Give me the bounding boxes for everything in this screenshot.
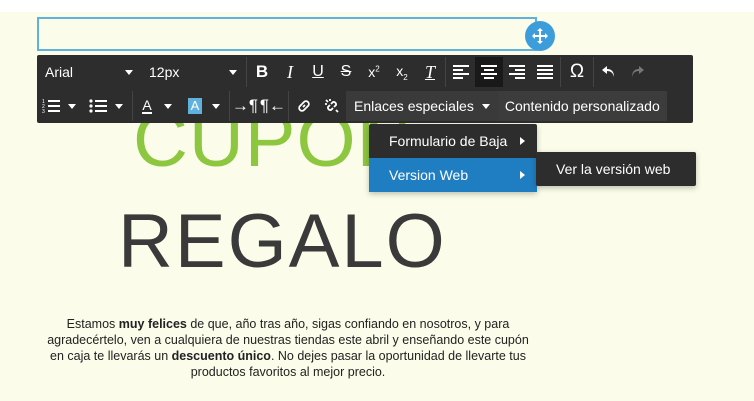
menu-item-formulario-de-baja[interactable]: Formulario de Baja <box>369 124 537 158</box>
align-right-icon <box>509 65 525 79</box>
toolbar-divider <box>288 91 289 121</box>
editable-text-block[interactable] <box>37 17 537 51</box>
background-color-button[interactable]: A <box>180 91 228 121</box>
align-left-button[interactable] <box>447 57 475 87</box>
align-justify-icon <box>537 65 553 79</box>
align-justify-button[interactable] <box>531 57 559 87</box>
chevron-down-icon <box>229 69 237 75</box>
unlink-button[interactable] <box>318 91 346 121</box>
toolbar-divider <box>560 57 561 87</box>
custom-content-button[interactable]: Contenido personalizado <box>497 91 667 121</box>
chevron-down-icon <box>115 103 123 109</box>
toolbar-row-2: 123 A A →¶ ¶← Enlaces especiales Conteni… <box>37 89 667 123</box>
ltr-button[interactable]: →¶ <box>231 91 259 121</box>
clear-format-icon: T <box>424 61 435 82</box>
chevron-down-icon <box>163 103 172 109</box>
top-strip <box>0 0 754 12</box>
svg-text:3: 3 <box>42 109 45 114</box>
font-family-value: Arial <box>45 64 74 80</box>
custom-content-label: Contenido personalizado <box>504 98 660 114</box>
undo-button[interactable] <box>595 57 623 87</box>
italic-icon: I <box>287 61 293 82</box>
unordered-list-icon <box>89 99 107 113</box>
paragraph-bold-1: muy felices <box>118 317 187 331</box>
subscript-button[interactable]: x2 <box>388 57 416 87</box>
align-right-button[interactable] <box>503 57 531 87</box>
align-center-button[interactable] <box>475 57 503 87</box>
underline-button[interactable]: U <box>304 57 332 87</box>
text-color-icon: A <box>142 97 152 114</box>
superscript-icon: x2 <box>368 64 380 80</box>
unlink-icon <box>325 99 339 113</box>
font-size-value: 12px <box>149 64 180 80</box>
underline-icon: U <box>312 63 324 80</box>
redo-icon <box>632 66 644 77</box>
toolbar-divider <box>445 57 446 87</box>
chevron-down-icon <box>125 69 133 75</box>
bold-button[interactable]: B <box>248 57 276 87</box>
paragraph-text-1: Estamos <box>66 317 119 331</box>
special-links-dropdown[interactable]: Enlaces especiales <box>346 91 498 121</box>
subscript-icon: x2 <box>396 62 408 82</box>
special-links-menu: Formulario de Baja Version Web <box>369 124 537 192</box>
toolbar-divider <box>229 91 230 121</box>
background-color-icon: A <box>187 98 203 114</box>
omega-icon: Ω <box>569 61 585 82</box>
link-button[interactable] <box>290 91 318 121</box>
toolbar-divider <box>593 57 594 87</box>
link-icon <box>298 100 310 112</box>
align-center-icon <box>481 65 497 79</box>
menu-item-version-web[interactable]: Version Web <box>369 158 537 192</box>
move-icon <box>532 28 548 44</box>
font-family-dropdown[interactable]: Arial <box>37 57 141 87</box>
chevron-down-icon <box>481 103 490 109</box>
bold-icon: B <box>255 62 269 81</box>
rtl-icon: ¶← <box>259 96 287 115</box>
italic-button[interactable]: I <box>276 57 304 87</box>
special-links-label: Enlaces especiales <box>354 98 474 114</box>
undo-icon <box>602 66 614 77</box>
menu-item-label: Formulario de Baja <box>389 133 508 149</box>
ltr-icon: →¶ <box>231 96 259 115</box>
font-size-dropdown[interactable]: 12px <box>141 57 245 87</box>
special-characters-button[interactable]: Ω <box>562 57 592 87</box>
strikethrough-button[interactable]: S <box>332 57 360 87</box>
menu-item-label: Ver la versión web <box>556 161 671 177</box>
chevron-right-icon <box>520 137 525 145</box>
toolbar-divider <box>246 57 247 87</box>
clear-format-button[interactable]: T <box>416 57 444 87</box>
chevron-down-icon <box>68 103 76 109</box>
menu-item-label: Version Web <box>389 167 469 183</box>
chevron-right-icon <box>520 171 525 179</box>
align-left-icon <box>453 65 469 79</box>
unordered-list-button[interactable] <box>81 91 131 121</box>
version-web-submenu: Ver la versión web <box>536 152 696 186</box>
ordered-list-icon: 123 <box>42 99 60 114</box>
toolbar-row-1: Arial 12px B I U S x2 x2 T Ω <box>37 55 651 89</box>
body-paragraph[interactable]: Estamos muy felices de que, año tras año… <box>44 316 532 380</box>
rtl-button[interactable]: ¶← <box>259 91 287 121</box>
headline-regalo[interactable]: REGALO <box>118 204 447 280</box>
menu-item-ver-version-web[interactable]: Ver la versión web <box>536 152 696 186</box>
move-handle[interactable] <box>525 21 555 51</box>
text-editor-toolbar: Arial 12px B I U S x2 x2 T Ω 1 2 3 A A →… <box>37 55 693 123</box>
superscript-button[interactable]: x2 <box>360 57 388 87</box>
chevron-down-icon <box>212 103 221 109</box>
redo-button[interactable] <box>623 57 651 87</box>
strikethrough-icon: S <box>340 63 352 80</box>
toolbar-divider <box>132 91 133 121</box>
ordered-list-button[interactable]: 123 <box>37 91 81 121</box>
paragraph-bold-2: descuento único <box>171 349 271 363</box>
text-color-button[interactable]: A <box>134 91 180 121</box>
